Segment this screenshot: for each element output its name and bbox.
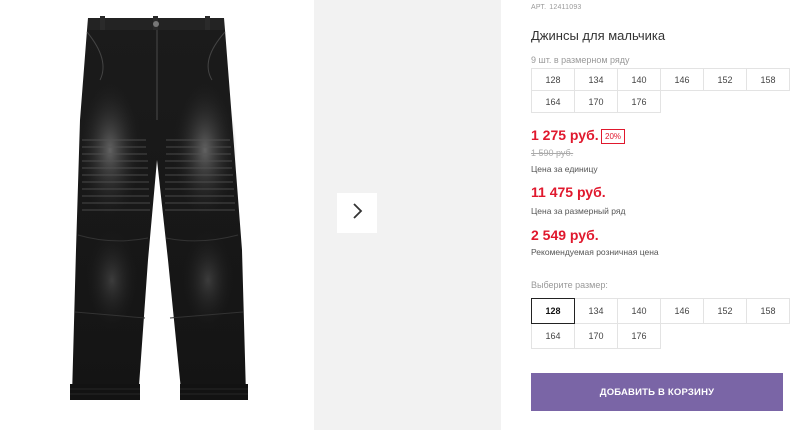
size-option[interactable]: 140 bbox=[617, 298, 661, 324]
size-row-cell: 152 bbox=[703, 68, 747, 91]
size-option[interactable]: 158 bbox=[746, 298, 790, 324]
size-row-cell: 170 bbox=[574, 90, 618, 113]
unit-price-label: Цена за единицу bbox=[531, 164, 598, 174]
size-row-price: 11 475 руб. bbox=[531, 184, 606, 200]
choose-size-label: Выберите размер: bbox=[531, 280, 608, 290]
product-title: Джинсы для мальчика bbox=[531, 28, 666, 43]
size-row-table: 128 134 140 146 152 158 164 170 176 bbox=[531, 68, 790, 113]
size-row-cell: 164 bbox=[531, 90, 575, 113]
size-option[interactable]: 152 bbox=[703, 298, 747, 324]
retail-price: 2 549 руб. bbox=[531, 227, 599, 243]
size-row-cell: 134 bbox=[574, 68, 618, 91]
article-number: АРТ. 12411093 bbox=[531, 4, 585, 11]
size-row-cell: 146 bbox=[660, 68, 704, 91]
size-option[interactable]: 146 bbox=[660, 298, 704, 324]
article-label: АРТ. bbox=[531, 4, 547, 11]
size-row-cell: 176 bbox=[617, 90, 661, 113]
size-option[interactable]: 164 bbox=[531, 323, 575, 349]
chevron-right-icon bbox=[350, 202, 364, 225]
product-image bbox=[0, 0, 314, 430]
size-option[interactable]: 176 bbox=[617, 323, 661, 349]
size-row-cell: 128 bbox=[531, 68, 575, 91]
size-option[interactable]: 170 bbox=[574, 323, 618, 349]
old-price: 1 590 руб. bbox=[531, 148, 574, 158]
jeans-image bbox=[70, 16, 248, 400]
size-row-cell: 158 bbox=[746, 68, 790, 91]
size-selector: 128 134 140 146 152 158 164 170 176 bbox=[531, 298, 790, 349]
article-value: 12411093 bbox=[549, 4, 582, 11]
size-option[interactable]: 134 bbox=[574, 298, 618, 324]
retail-price-label: Рекомендуемая розничная цена bbox=[531, 247, 659, 257]
gallery-next-button[interactable] bbox=[337, 193, 377, 233]
size-option-selected[interactable]: 128 bbox=[531, 298, 575, 324]
add-to-cart-button[interactable]: ДОБАВИТЬ В КОРЗИНУ bbox=[531, 373, 783, 411]
size-row-price-label: Цена за размерный ряд bbox=[531, 206, 626, 216]
size-row-cell: 140 bbox=[617, 68, 661, 91]
discount-badge: 20% bbox=[601, 129, 626, 144]
size-row-note: 9 шт. в размерном ряду bbox=[531, 55, 630, 65]
unit-price: 1 275 руб. bbox=[531, 127, 599, 143]
